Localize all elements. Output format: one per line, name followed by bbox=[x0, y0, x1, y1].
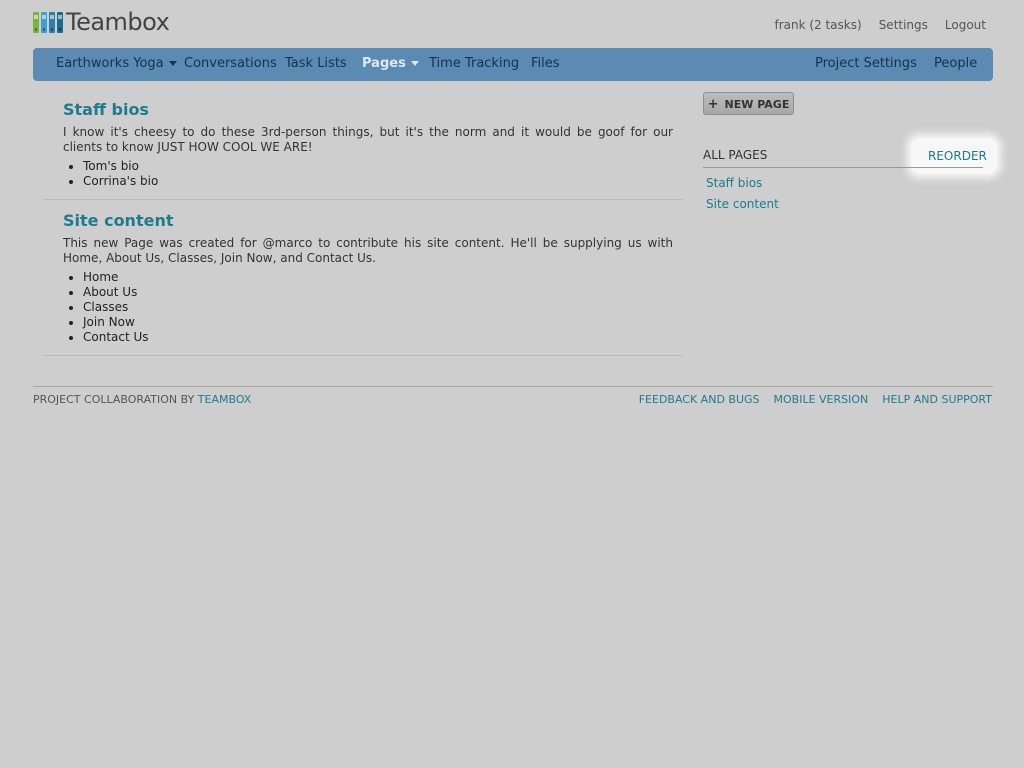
list-item: Classes bbox=[83, 300, 683, 315]
page-bullet-list: Tom's bio Corrina's bio bbox=[63, 159, 683, 189]
list-item: Join Now bbox=[83, 315, 683, 330]
nav-project-label: Earthworks Yoga bbox=[56, 56, 164, 71]
page-description: I know it's cheesy to do these 3rd-perso… bbox=[63, 125, 673, 154]
plus-icon: + bbox=[707, 97, 719, 112]
page-bullet-list: Home About Us Classes Join Now Contact U… bbox=[63, 270, 683, 345]
sidebar-page-link[interactable]: Staff bios bbox=[706, 176, 762, 190]
logout-link[interactable]: Logout bbox=[945, 18, 986, 32]
teambox-footer-link[interactable]: TEAMBOX bbox=[198, 393, 252, 406]
new-page-label: NEW PAGE bbox=[724, 98, 790, 111]
page-description: This new Page was created for @marco to … bbox=[63, 236, 673, 265]
nav-pages-dropdown[interactable]: Pages bbox=[362, 48, 419, 81]
main-navbar: Earthworks Yoga Conversations Task Lists… bbox=[33, 48, 993, 81]
feedback-link[interactable]: FEEDBACK AND BUGS bbox=[639, 393, 760, 406]
help-support-link[interactable]: HELP AND SUPPORT bbox=[882, 393, 992, 406]
page-entry: Site content This new Page was created f… bbox=[43, 200, 683, 356]
nav-pages-label: Pages bbox=[362, 56, 406, 71]
list-item: Corrina's bio bbox=[83, 174, 683, 189]
settings-link[interactable]: Settings bbox=[879, 18, 928, 32]
page-title[interactable]: Staff bios bbox=[63, 100, 683, 120]
chevron-down-icon bbox=[168, 61, 177, 66]
list-item: Tom's bio bbox=[83, 159, 683, 174]
sidebar-page-link[interactable]: Site content bbox=[706, 197, 779, 211]
teambox-logo[interactable]: Teambox bbox=[33, 8, 170, 36]
new-page-button[interactable]: + NEW PAGE bbox=[703, 92, 794, 115]
binders-logo-icon bbox=[33, 11, 63, 33]
account-links: frank (2 tasks) Settings Logout bbox=[774, 18, 986, 32]
nav-time-tracking[interactable]: Time Tracking bbox=[429, 48, 519, 81]
nav-project-settings[interactable]: Project Settings bbox=[815, 48, 917, 81]
footer-credit-text: PROJECT COLLABORATION BY bbox=[33, 393, 195, 406]
page-title[interactable]: Site content bbox=[63, 211, 683, 231]
nav-project-dropdown[interactable]: Earthworks Yoga bbox=[56, 48, 177, 81]
list-item: Contact Us bbox=[83, 330, 683, 345]
chevron-down-icon bbox=[410, 61, 419, 66]
nav-people[interactable]: People bbox=[934, 48, 977, 81]
pages-list: Staff bios I know it's cheesy to do thes… bbox=[43, 98, 683, 356]
reorder-link[interactable]: REORDER bbox=[928, 149, 987, 163]
nav-task-lists[interactable]: Task Lists bbox=[285, 48, 347, 81]
list-item: About Us bbox=[83, 285, 683, 300]
mobile-version-link[interactable]: MOBILE VERSION bbox=[774, 393, 869, 406]
page-entry: Staff bios I know it's cheesy to do thes… bbox=[43, 100, 683, 200]
footer-links: FEEDBACK AND BUGS MOBILE VERSION HELP AN… bbox=[639, 393, 992, 406]
footer-credit: PROJECT COLLABORATION BY TEAMBOX bbox=[33, 393, 251, 406]
nav-files[interactable]: Files bbox=[531, 48, 560, 81]
user-tasks-link[interactable]: frank (2 tasks) bbox=[774, 18, 861, 32]
nav-conversations[interactable]: Conversations bbox=[184, 48, 277, 81]
app-name: Teambox bbox=[66, 8, 170, 36]
footer-divider bbox=[33, 386, 993, 387]
list-item: Home bbox=[83, 270, 683, 285]
